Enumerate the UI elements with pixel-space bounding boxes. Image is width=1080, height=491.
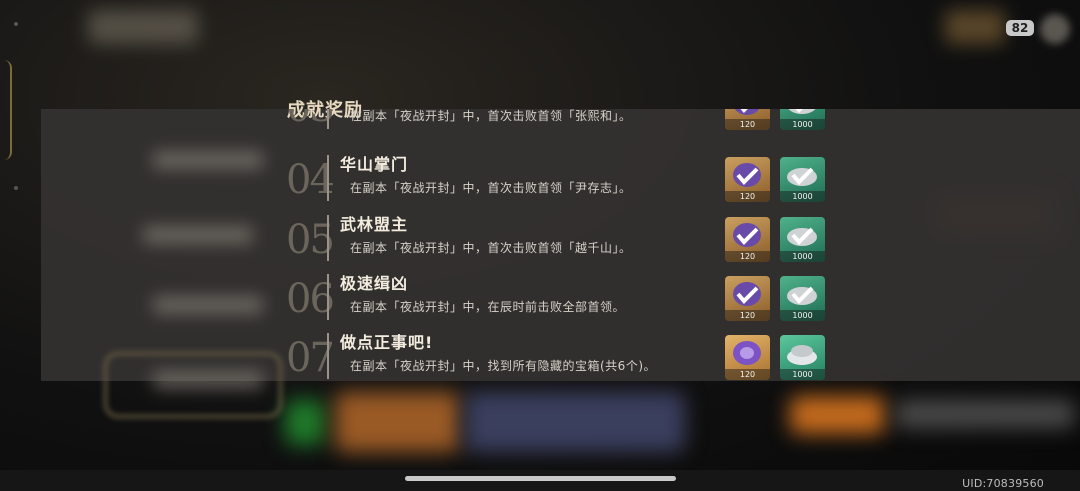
left-edge-tab[interactable]	[0, 60, 12, 160]
silver-coins-icon	[788, 109, 816, 114]
blurred-menu-item	[153, 296, 263, 314]
silver-coins-icon	[787, 227, 817, 246]
achievement-title: 极速缉凶	[340, 274, 409, 293]
achievement-description: 在副本「夜战开封」中，在辰时前击败全部首领。	[350, 300, 626, 314]
level-badge: 82	[1006, 20, 1034, 36]
achievement-number: 06	[286, 276, 335, 322]
achievement-row: 06 极速缉凶 在副本「夜战开封」中，在辰时前击败全部首领。 120 1000	[280, 272, 840, 330]
coins-reward[interactable]: 1000	[780, 335, 825, 380]
achievement-title: 武林盟主	[340, 215, 409, 234]
reward-amount: 120	[725, 191, 770, 202]
jade-reward[interactable]: 120	[725, 335, 770, 380]
jade-reward[interactable]: 120	[725, 217, 770, 262]
row-divider	[327, 333, 329, 379]
uid-label: UID:70839560	[962, 477, 1044, 490]
achievement-row: 07 做点正事吧! 在副本「夜战开封」中，找到所有隐藏的宝箱(共6个)。 120…	[280, 331, 840, 381]
blurred-header-title	[88, 10, 198, 44]
home-indicator[interactable]	[405, 476, 676, 481]
silver-coins-icon	[787, 345, 817, 365]
reward-amount: 1000	[780, 310, 825, 321]
achievement-row: 03 在副本「夜战开封」中，首次击败首领「张熙和」。 120 1000	[280, 109, 840, 139]
reward-amount: 120	[725, 251, 770, 262]
reward-amount: 120	[725, 369, 770, 380]
achievement-row: 04 华山掌门 在副本「夜战开封」中，首次击败首领「尹存志」。 120 1000	[280, 153, 840, 211]
row-divider	[327, 274, 329, 320]
blurred-button	[790, 396, 885, 434]
reward-amount: 120	[725, 310, 770, 321]
achievement-description: 在副本「夜战开封」中，首次击败首领「张熙和」。	[350, 109, 632, 123]
coins-reward[interactable]: 1000	[780, 276, 825, 321]
jade-reward[interactable]: 120	[725, 109, 770, 130]
blurred-item	[285, 400, 325, 445]
side-dot	[14, 22, 18, 26]
blurred-item	[465, 392, 685, 452]
blurred-button	[895, 400, 1075, 428]
blurred-menu-item	[153, 151, 263, 169]
coins-reward[interactable]: 1000	[780, 217, 825, 262]
reward-amount: 1000	[780, 369, 825, 380]
achievement-description: 在副本「夜战开封」中，首次击败首领「尹存志」。	[350, 181, 632, 195]
purple-jade-icon	[733, 341, 761, 365]
achievement-row: 05 武林盟主 在副本「夜战开封」中，首次击败首领「越千山」。 120 1000	[280, 213, 840, 271]
purple-jade-icon	[734, 109, 760, 115]
silver-coins-icon	[787, 286, 817, 305]
achievement-number: 04	[286, 157, 335, 203]
coins-reward[interactable]: 1000	[780, 109, 825, 130]
purple-jade-icon	[733, 163, 761, 187]
blurred-item	[335, 392, 460, 452]
reward-amount: 1000	[780, 191, 825, 202]
reward-amount: 120	[725, 119, 770, 130]
blurred-currency-display	[945, 10, 1005, 44]
purple-jade-icon	[733, 223, 761, 247]
achievement-description: 在副本「夜战开封」中，找到所有隐藏的宝箱(共6个)。	[350, 359, 657, 373]
silver-coins-icon	[787, 167, 817, 186]
row-divider	[327, 215, 329, 261]
blurred-menu-item	[143, 226, 253, 244]
side-dot	[14, 186, 18, 190]
blurred-selected-menu-frame	[104, 352, 282, 418]
jade-reward[interactable]: 120	[725, 157, 770, 202]
reward-amount: 1000	[780, 251, 825, 262]
settings-icon[interactable]	[1040, 14, 1070, 44]
achievement-number: 05	[286, 217, 335, 263]
achievement-number: 03	[286, 109, 335, 131]
achievement-number: 07	[286, 335, 335, 381]
achievement-list[interactable]: 03 在副本「夜战开封」中，首次击败首领「张熙和」。 120 1000 04 华…	[280, 109, 840, 381]
jade-reward[interactable]: 120	[725, 276, 770, 321]
row-divider	[327, 109, 329, 129]
purple-jade-icon	[733, 282, 761, 306]
row-divider	[327, 155, 329, 201]
achievement-title: 做点正事吧!	[340, 333, 434, 352]
achievement-title: 华山掌门	[340, 155, 409, 174]
achievement-description: 在副本「夜战开封」中，首次击败首领「越千山」。	[350, 241, 632, 255]
reward-amount: 1000	[780, 119, 825, 130]
coins-reward[interactable]: 1000	[780, 157, 825, 202]
